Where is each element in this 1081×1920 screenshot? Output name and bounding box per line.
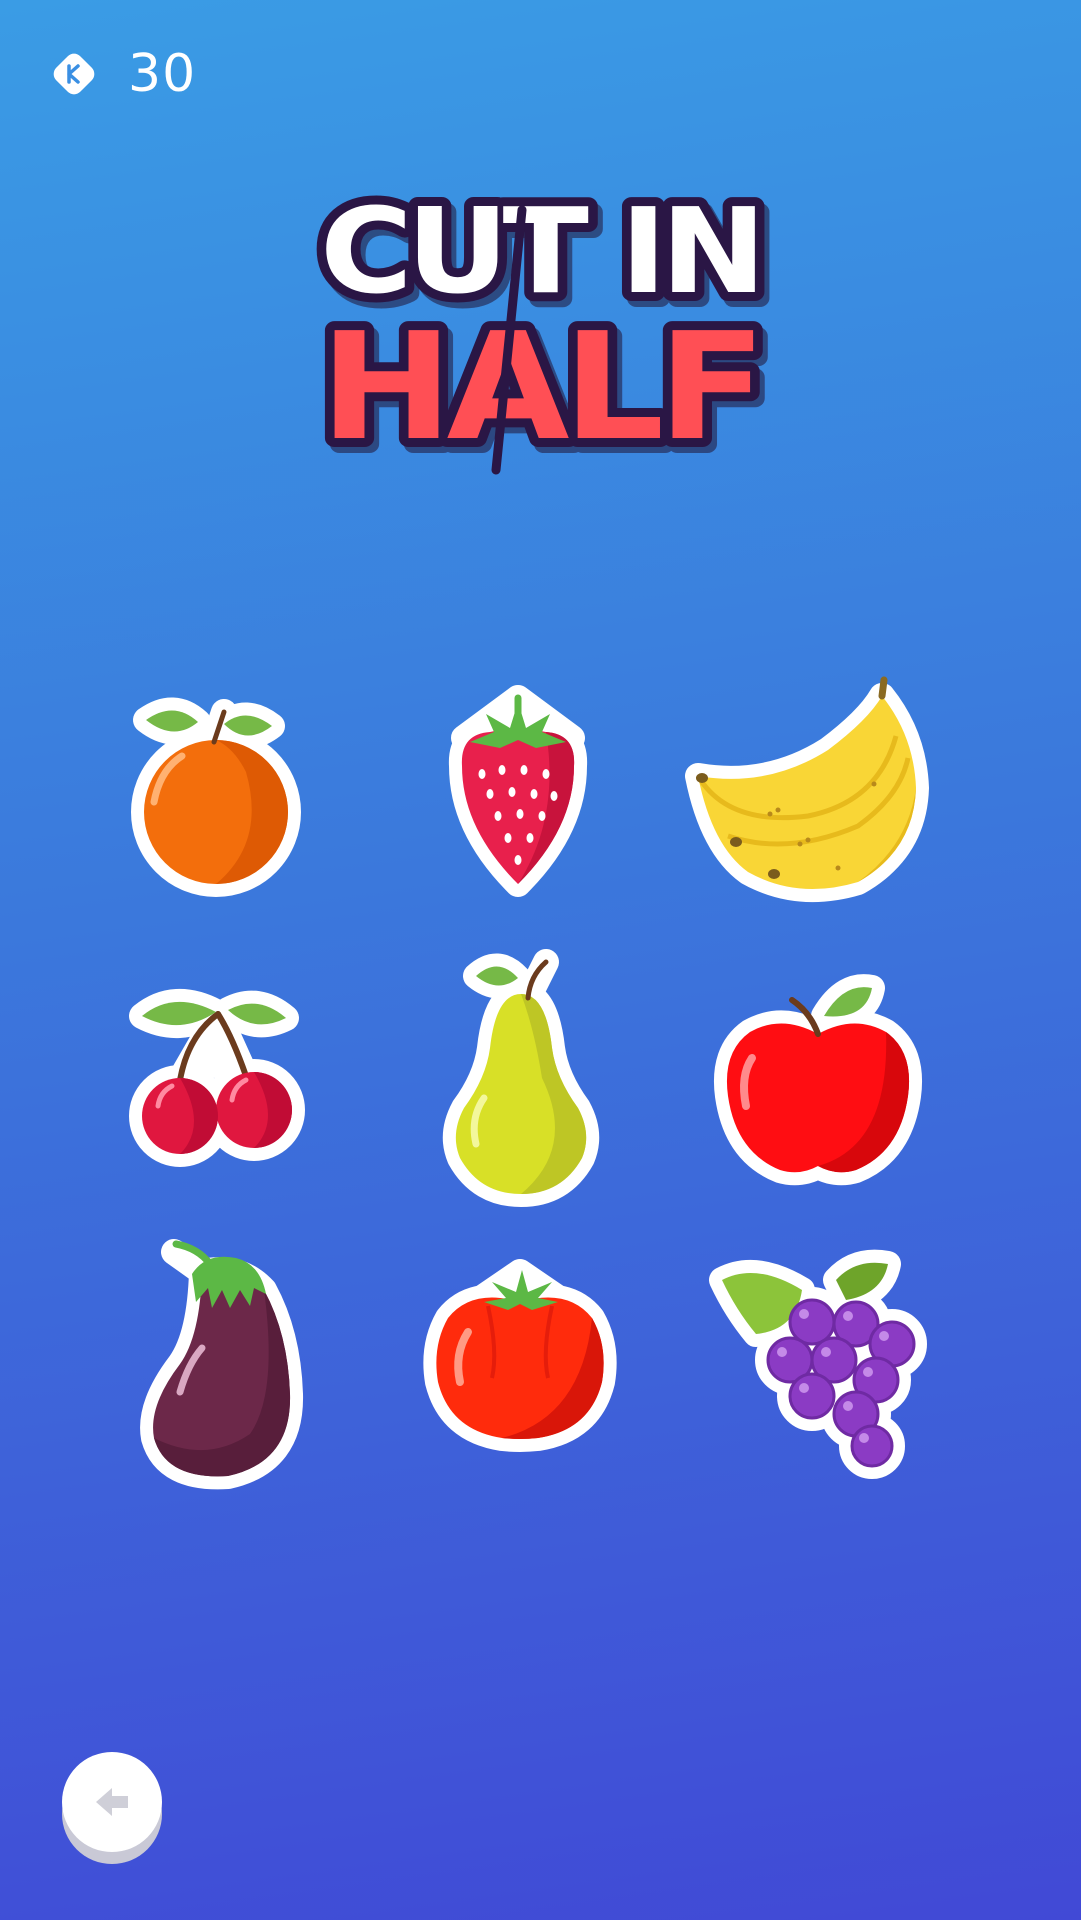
pear-icon	[442, 949, 600, 1207]
strawberry-icon	[448, 685, 588, 897]
game-title-logo: CUT IN HALF	[311, 173, 775, 482]
cherries-icon	[129, 989, 305, 1167]
tile-eggplant[interactable]	[140, 1224, 304, 1490]
banana-icon	[685, 676, 929, 903]
title-line-cut-in: CUT IN	[320, 182, 760, 320]
tile-strawberry[interactable]	[448, 685, 588, 898]
back-button-face	[62, 1752, 162, 1852]
diamond-coin-icon	[53, 53, 95, 95]
title-line-half: HALF	[320, 301, 760, 473]
orange-icon	[131, 697, 301, 897]
tile-tomato[interactable]	[423, 1259, 617, 1452]
tile-grapes[interactable]	[709, 1249, 927, 1479]
tile-orange[interactable]	[126, 692, 306, 908]
tomato-icon	[423, 1259, 617, 1452]
grapes-icon	[709, 1249, 927, 1479]
tile-apple[interactable]	[714, 974, 922, 1186]
tile-banana[interactable]	[685, 676, 948, 903]
tile-cherries[interactable]	[128, 976, 306, 1172]
back-button[interactable]	[62, 1752, 164, 1864]
coin-counter: 30	[48, 44, 196, 104]
tile-pear[interactable]	[442, 948, 600, 1207]
apple-icon	[714, 974, 922, 1186]
coin-count: 30	[128, 44, 197, 104]
back-arrow-icon	[96, 1788, 128, 1816]
eggplant-icon	[140, 1239, 304, 1490]
